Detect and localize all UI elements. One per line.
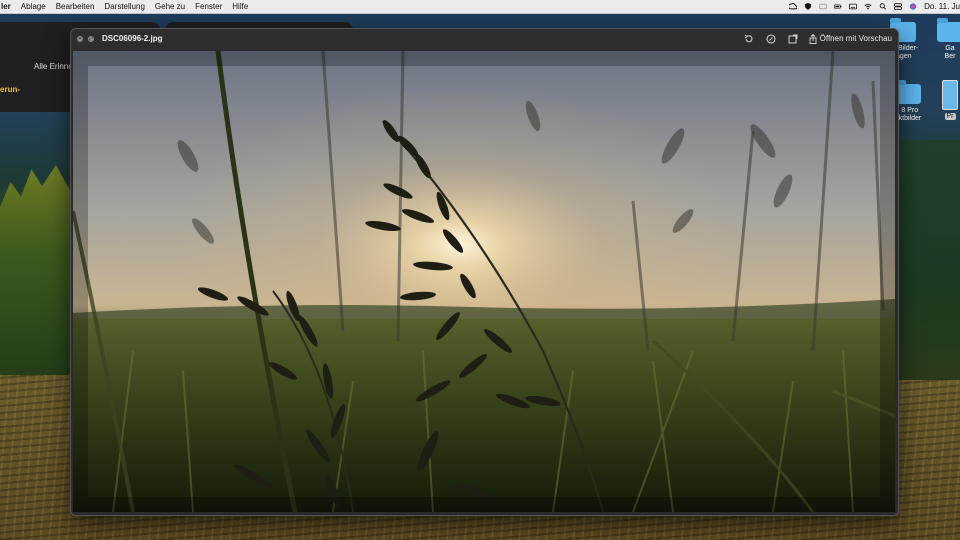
photo-preview (73, 51, 895, 512)
status-area: Do. 11. Ju (789, 0, 960, 13)
expand-icon: ⤢ (88, 36, 93, 42)
menu-hilfe[interactable]: Hilfe (227, 0, 253, 13)
file-icon (942, 80, 958, 110)
open-with-preview-button[interactable]: Öffnen mit Vorschau (820, 34, 892, 43)
quicklook-filename: DSC06096-2.jpg (102, 34, 163, 43)
quicklook-titlebar[interactable]: × ⤢ DSC06096-2.jpg Öffnen mit Vorschau (71, 29, 898, 50)
share-icon[interactable] (808, 34, 818, 44)
creative-cloud-icon[interactable] (789, 3, 798, 10)
desktop-folder-gal[interactable]: Ga Ber (930, 18, 960, 61)
menubar-clock[interactable]: Do. 11. Ju (924, 0, 960, 13)
search-icon[interactable] (879, 3, 887, 10)
menu-darstellung[interactable]: Darstellung (99, 0, 149, 13)
folder-icon (937, 18, 960, 42)
wallpaper-forest-right (895, 140, 960, 380)
menu-bearbeiten[interactable]: Bearbeiten (51, 0, 100, 13)
battery-icon[interactable] (834, 3, 842, 10)
menu-gehe-zu[interactable]: Gehe zu (150, 0, 190, 13)
keyboard-icon[interactable] (849, 3, 858, 10)
menu-ablage[interactable]: Ablage (16, 0, 51, 13)
menu-app[interactable]: ler (0, 0, 16, 13)
markup-icon[interactable] (766, 34, 776, 44)
background-window-text: Alle Erinne (34, 62, 73, 71)
menu-fenster[interactable]: Fenster (190, 0, 227, 13)
quicklook-window[interactable]: × ⤢ DSC06096-2.jpg Öffnen mit Vorschau (70, 28, 899, 516)
close-button[interactable]: × (77, 36, 83, 42)
menu-list: ler Ablage Bearbeiten Darstellung Gehe z… (0, 0, 253, 13)
expand-button[interactable]: ⤢ (88, 36, 94, 42)
wifi-icon[interactable] (864, 3, 872, 10)
desktop-file-pr[interactable]: Pr (935, 80, 960, 121)
desktop-icon-label: Pr (944, 113, 956, 120)
desktop-icon-label: Ga Ber (944, 45, 956, 60)
wallpaper-forest-left (0, 165, 70, 375)
background-window-link[interactable]: erun- (0, 85, 20, 94)
shield-icon[interactable] (804, 3, 812, 10)
menu-bar: ler Ablage Bearbeiten Darstellung Gehe z… (0, 0, 960, 14)
rotate-icon[interactable] (744, 34, 754, 44)
control-center-icon[interactable] (894, 3, 903, 10)
fullscreen-icon[interactable] (788, 34, 798, 44)
display-icon[interactable] (819, 3, 827, 10)
siri-icon[interactable] (909, 3, 917, 10)
close-icon: × (78, 36, 82, 42)
